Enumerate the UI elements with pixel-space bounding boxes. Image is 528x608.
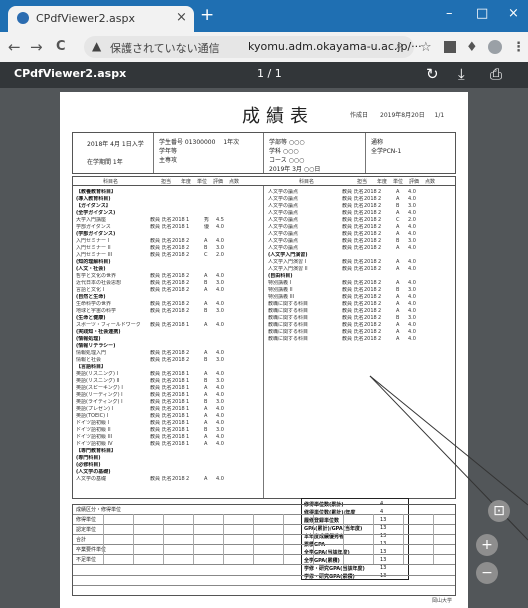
annotation-pointer bbox=[369, 375, 528, 541]
fit-page-button[interactable]: ⊡ bbox=[488, 500, 510, 522]
zoom-in-button[interactable]: + bbox=[476, 534, 498, 556]
zoom-out-button[interactable]: − bbox=[476, 562, 498, 584]
